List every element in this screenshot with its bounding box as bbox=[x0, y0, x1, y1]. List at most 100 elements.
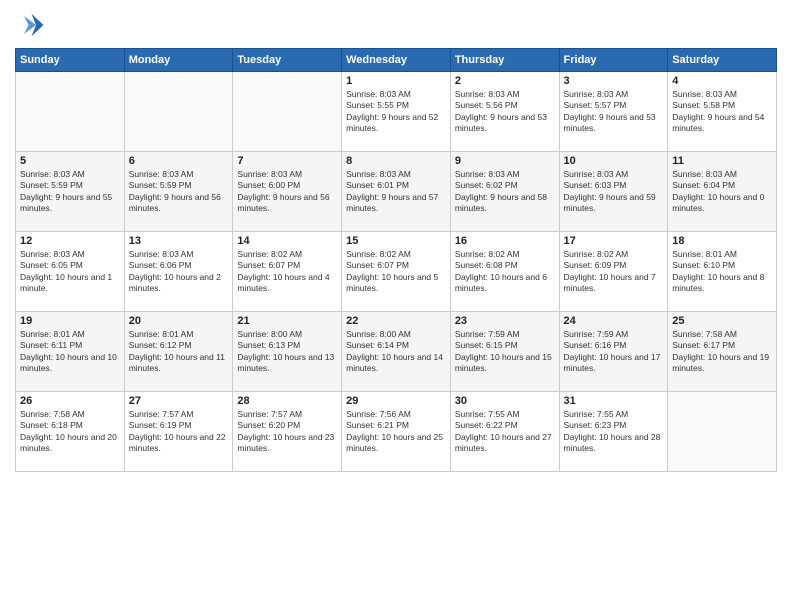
cell-info: Sunrise: 8:02 AM Sunset: 6:07 PM Dayligh… bbox=[346, 249, 446, 295]
cell-info: Sunrise: 8:03 AM Sunset: 5:59 PM Dayligh… bbox=[129, 169, 229, 215]
cell-info: Sunrise: 8:02 AM Sunset: 6:08 PM Dayligh… bbox=[455, 249, 555, 295]
day-number: 18 bbox=[672, 235, 772, 247]
day-number: 25 bbox=[672, 315, 772, 327]
cell-info: Sunrise: 7:55 AM Sunset: 6:23 PM Dayligh… bbox=[564, 409, 664, 455]
calendar-cell: 20 Sunrise: 8:01 AM Sunset: 6:12 PM Dayli… bbox=[124, 312, 233, 392]
column-header-thursday: Thursday bbox=[450, 49, 559, 72]
cell-info: Sunrise: 8:03 AM Sunset: 5:58 PM Dayligh… bbox=[672, 89, 772, 135]
cell-info: Sunrise: 8:01 AM Sunset: 6:12 PM Dayligh… bbox=[129, 329, 229, 375]
calendar-cell: 30Sunrise: 7:55 AM Sunset: 6:22 PM Dayli… bbox=[450, 392, 559, 472]
calendar-cell: 2 Sunrise: 8:03 AM Sunset: 5:56 PM Daylig… bbox=[450, 72, 559, 152]
column-header-sunday: Sunday bbox=[16, 49, 125, 72]
day-number: 23 bbox=[455, 315, 555, 327]
calendar-cell: 11 Sunrise: 8:03 AM Sunset: 6:04 PM Dayli… bbox=[668, 152, 777, 232]
calendar-cell: 8 Sunrise: 8:03 AM Sunset: 6:01 PM Daylig… bbox=[342, 152, 451, 232]
day-number: 15 bbox=[346, 235, 446, 247]
cell-info: Sunrise: 8:03 AM Sunset: 5:59 PM Dayligh… bbox=[20, 169, 120, 215]
column-header-friday: Friday bbox=[559, 49, 668, 72]
calendar-cell: 24Sunrise: 7:59 AM Sunset: 6:16 PM Dayli… bbox=[559, 312, 668, 392]
day-number: 1 bbox=[346, 75, 446, 87]
day-number: 16 bbox=[455, 235, 555, 247]
calendar-cell: 26 Sunrise: 7:58 AM Sunset: 6:18 PM Dayli… bbox=[16, 392, 125, 472]
column-header-tuesday: Tuesday bbox=[233, 49, 342, 72]
calendar-cell: 3Sunrise: 8:03 AM Sunset: 5:57 PM Daylig… bbox=[559, 72, 668, 152]
cell-info: Sunrise: 7:56 AM Sunset: 6:21 PM Dayligh… bbox=[346, 409, 446, 455]
cell-info: Sunrise: 7:58 AM Sunset: 6:18 PM Dayligh… bbox=[20, 409, 120, 455]
day-number: 2 bbox=[455, 75, 555, 87]
calendar-cell bbox=[16, 72, 125, 152]
calendar-cell: 15 Sunrise: 8:02 AM Sunset: 6:07 PM Dayli… bbox=[342, 232, 451, 312]
day-number: 9 bbox=[455, 155, 555, 167]
cell-info: Sunrise: 8:01 AM Sunset: 6:10 PM Dayligh… bbox=[672, 249, 772, 295]
day-number: 12 bbox=[20, 235, 120, 247]
day-number: 22 bbox=[346, 315, 446, 327]
day-number: 30 bbox=[455, 395, 555, 407]
day-number: 4 bbox=[672, 75, 772, 87]
cell-info: Sunrise: 7:57 AM Sunset: 6:19 PM Dayligh… bbox=[129, 409, 229, 455]
cell-info: Sunrise: 8:02 AM Sunset: 6:09 PM Dayligh… bbox=[564, 249, 664, 295]
cell-info: Sunrise: 8:03 AM Sunset: 6:03 PM Dayligh… bbox=[564, 169, 664, 215]
calendar-cell: 19 Sunrise: 8:01 AM Sunset: 6:11 PM Dayli… bbox=[16, 312, 125, 392]
calendar-cell: 10 Sunrise: 8:03 AM Sunset: 6:03 PM Dayli… bbox=[559, 152, 668, 232]
week-row-4: 19 Sunrise: 8:01 AM Sunset: 6:11 PM Dayli… bbox=[16, 312, 777, 392]
day-number: 17 bbox=[564, 235, 664, 247]
cell-info: Sunrise: 8:01 AM Sunset: 6:11 PM Dayligh… bbox=[20, 329, 120, 375]
page: SundayMondayTuesdayWednesdayThursdayFrid… bbox=[0, 0, 792, 612]
calendar-cell: 14 Sunrise: 8:02 AM Sunset: 6:07 PM Dayli… bbox=[233, 232, 342, 312]
week-row-1: 1 Sunrise: 8:03 AM Sunset: 5:55 PM Daylig… bbox=[16, 72, 777, 152]
cell-info: Sunrise: 8:00 AM Sunset: 6:13 PM Dayligh… bbox=[237, 329, 337, 375]
day-number: 28 bbox=[237, 395, 337, 407]
calendar-cell: 6 Sunrise: 8:03 AM Sunset: 5:59 PM Daylig… bbox=[124, 152, 233, 232]
day-number: 24 bbox=[564, 315, 664, 327]
day-number: 20 bbox=[129, 315, 229, 327]
day-number: 27 bbox=[129, 395, 229, 407]
day-number: 14 bbox=[237, 235, 337, 247]
calendar-table: SundayMondayTuesdayWednesdayThursdayFrid… bbox=[15, 48, 777, 472]
cell-info: Sunrise: 8:03 AM Sunset: 6:06 PM Dayligh… bbox=[129, 249, 229, 295]
day-number: 8 bbox=[346, 155, 446, 167]
cell-info: Sunrise: 8:03 AM Sunset: 5:56 PM Dayligh… bbox=[455, 89, 555, 135]
header bbox=[15, 10, 777, 40]
day-number: 19 bbox=[20, 315, 120, 327]
calendar-cell: 1 Sunrise: 8:03 AM Sunset: 5:55 PM Daylig… bbox=[342, 72, 451, 152]
day-number: 7 bbox=[237, 155, 337, 167]
calendar-cell: 22Sunrise: 8:00 AM Sunset: 6:14 PM Dayli… bbox=[342, 312, 451, 392]
day-number: 26 bbox=[20, 395, 120, 407]
cell-info: Sunrise: 7:57 AM Sunset: 6:20 PM Dayligh… bbox=[237, 409, 337, 455]
calendar-cell: 12Sunrise: 8:03 AM Sunset: 6:05 PM Dayli… bbox=[16, 232, 125, 312]
logo bbox=[15, 10, 47, 40]
week-row-3: 12Sunrise: 8:03 AM Sunset: 6:05 PM Dayli… bbox=[16, 232, 777, 312]
day-number: 13 bbox=[129, 235, 229, 247]
week-row-5: 26 Sunrise: 7:58 AM Sunset: 6:18 PM Dayli… bbox=[16, 392, 777, 472]
calendar-cell: 28 Sunrise: 7:57 AM Sunset: 6:20 PM Dayli… bbox=[233, 392, 342, 472]
day-number: 29 bbox=[346, 395, 446, 407]
calendar-cell: 25 Sunrise: 7:58 AM Sunset: 6:17 PM Dayli… bbox=[668, 312, 777, 392]
header-row: SundayMondayTuesdayWednesdayThursdayFrid… bbox=[16, 49, 777, 72]
calendar-cell bbox=[233, 72, 342, 152]
calendar-cell bbox=[668, 392, 777, 472]
day-number: 31 bbox=[564, 395, 664, 407]
calendar-cell: 4 Sunrise: 8:03 AM Sunset: 5:58 PM Daylig… bbox=[668, 72, 777, 152]
column-header-saturday: Saturday bbox=[668, 49, 777, 72]
cell-info: Sunrise: 8:03 AM Sunset: 6:01 PM Dayligh… bbox=[346, 169, 446, 215]
calendar-cell: 23 Sunrise: 7:59 AM Sunset: 6:15 PM Dayli… bbox=[450, 312, 559, 392]
calendar-cell: 13 Sunrise: 8:03 AM Sunset: 6:06 PM Dayli… bbox=[124, 232, 233, 312]
day-number: 6 bbox=[129, 155, 229, 167]
calendar-cell: 9Sunrise: 8:03 AM Sunset: 6:02 PM Daylig… bbox=[450, 152, 559, 232]
day-number: 21 bbox=[237, 315, 337, 327]
cell-info: Sunrise: 8:03 AM Sunset: 6:00 PM Dayligh… bbox=[237, 169, 337, 215]
day-number: 5 bbox=[20, 155, 120, 167]
cell-info: Sunrise: 8:03 AM Sunset: 5:57 PM Dayligh… bbox=[564, 89, 664, 135]
calendar-cell: 31 Sunrise: 7:55 AM Sunset: 6:23 PM Dayli… bbox=[559, 392, 668, 472]
cell-info: Sunrise: 8:02 AM Sunset: 6:07 PM Dayligh… bbox=[237, 249, 337, 295]
calendar-cell bbox=[124, 72, 233, 152]
day-number: 11 bbox=[672, 155, 772, 167]
cell-info: Sunrise: 7:59 AM Sunset: 6:15 PM Dayligh… bbox=[455, 329, 555, 375]
day-number: 10 bbox=[564, 155, 664, 167]
calendar-cell: 16 Sunrise: 8:02 AM Sunset: 6:08 PM Dayli… bbox=[450, 232, 559, 312]
cell-info: Sunrise: 8:03 AM Sunset: 5:55 PM Dayligh… bbox=[346, 89, 446, 135]
cell-info: Sunrise: 8:03 AM Sunset: 6:04 PM Dayligh… bbox=[672, 169, 772, 215]
column-header-wednesday: Wednesday bbox=[342, 49, 451, 72]
cell-info: Sunrise: 7:58 AM Sunset: 6:17 PM Dayligh… bbox=[672, 329, 772, 375]
calendar-cell: 7 Sunrise: 8:03 AM Sunset: 6:00 PM Daylig… bbox=[233, 152, 342, 232]
